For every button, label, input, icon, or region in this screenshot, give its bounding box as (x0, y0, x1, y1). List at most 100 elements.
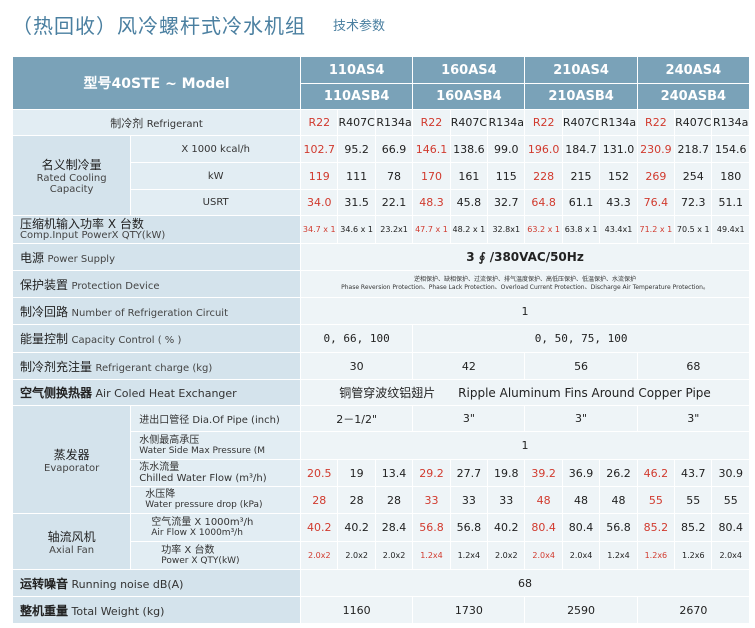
value-cell: 43.3 (599, 189, 638, 216)
value-cell: 56.8 (449, 513, 489, 542)
value-cell: 131.0 (599, 135, 638, 163)
model-bottom: 110ASB4 (300, 83, 414, 110)
value-cell: 2－1/2" (300, 405, 414, 432)
page-subtitle: 技术参数 (333, 19, 386, 34)
weight-label: 整机重量 Total Weight (kg) (11, 596, 302, 624)
model-bottom: 210ASB4 (524, 83, 638, 110)
weight-row: 整机重量 Total Weight (kg) 1160 1730 2590 26… (11, 596, 751, 624)
fan-label: 轴流风机 Axial Fan (11, 513, 132, 570)
comp-input-row: 压缩机输入功率 X 台数 Comp.Input PowerX QTY(kW) 3… (11, 215, 750, 244)
page-header: （热回收）风冷螺杆式冷水机组 技术参数 (0, 0, 755, 46)
comp-input-label-en: Comp.Input PowerX QTY(kW) (20, 229, 166, 241)
value-cell: 2590 (524, 596, 638, 624)
model-bottom: 160ASB4 (412, 83, 526, 110)
value-cell: 56.8 (412, 513, 451, 542)
value-cell: 36.9 (561, 459, 601, 487)
power-supply-label-en: Power Supply (47, 253, 116, 265)
power-supply-value: 3 ∮ /380VAC/50Hz (300, 243, 750, 271)
capacity-row: 名义制冷量 Rated Cooling Capacity X 1000 kcal… (11, 135, 750, 216)
value-cell: 48 (524, 486, 563, 514)
value-cell: 80.4 (711, 513, 750, 542)
value-cell: 71.2 x 1 (636, 215, 676, 244)
value-cell: 1.2x4 (599, 541, 638, 570)
value-cell: 46.2 (636, 459, 676, 487)
circuits-value: 1 (300, 297, 750, 325)
value-cell: 3" (412, 405, 526, 432)
spec-table: 型号40STE ~ Model 110AS4 160AS4 210AS4 240… (11, 56, 751, 624)
refrigerant-type: R22 (524, 109, 563, 136)
value-cell: 215 (561, 162, 601, 190)
value-cell: 80.4 (524, 513, 563, 542)
comp-input-label: 压缩机输入功率 X 台数 Comp.Input PowerX QTY(kW) (11, 215, 302, 244)
value-cell: 2.0x2 (337, 541, 376, 570)
pressure-label: 水侧最高承压 Water Side Max Pressure (M (130, 431, 302, 460)
refrigerant-row: 制冷剂 Refrigerant R22 R407C R134a R22 R407… (11, 109, 750, 136)
value-cell: 254 (674, 162, 713, 190)
refrigerant-label-cn: 制冷剂 (110, 116, 144, 130)
fan-label-en: Axial Fan (49, 544, 95, 556)
charge-row: 制冷剂充注量 Refrigerant charge (kg) 30 42 56 … (11, 352, 751, 380)
value-cell: 34.6 x 1 (337, 215, 376, 244)
capacity-label-en2: Capacity (49, 184, 94, 195)
value-cell: 45.8 (449, 189, 489, 216)
value-cell: 28.4 (374, 513, 414, 542)
capacity-unit: kW (130, 162, 302, 190)
value-cell: 30 (300, 352, 414, 380)
model-bottom: 240ASB4 (636, 83, 751, 110)
model-top: 110AS4 (300, 56, 414, 84)
value-cell: 3" (636, 405, 751, 432)
charge-label-en: Refrigerant charge (kg) (95, 362, 213, 374)
value-cell: 95.2 (337, 135, 376, 163)
model-top: 160AS4 (412, 56, 526, 84)
value-cell: 3" (524, 405, 638, 432)
capacity-control-label-en: Capacity Control ( % ) (71, 335, 182, 346)
refrigerant-type: R407C (449, 109, 489, 136)
evaporator-label-en: Evaporator (44, 462, 100, 474)
value-cell: 230.9 (636, 135, 676, 163)
value-cell: 2.0x4 (524, 541, 563, 570)
value-cell: 28 (374, 486, 414, 514)
value-cell: 138.6 (449, 135, 489, 163)
value-cell: 64.8 (524, 189, 563, 216)
capacity-control-value: 0, 50, 75, 100 (412, 324, 750, 353)
airflow-label-cn: 空气流量 X 1000m³/h (151, 516, 254, 528)
value-cell: 1.2x4 (449, 541, 489, 570)
comp-input-label-cn: 压缩机输入功率 X 台数 (20, 216, 144, 231)
noise-label: 运转噪音 Running noise dB(A) (11, 569, 302, 597)
value-cell: 43.7 (674, 459, 713, 487)
capacity-unit: X 1000 kcal/h (130, 135, 302, 163)
value-cell: 2.0x4 (561, 541, 601, 570)
protection-label: 保护装置 Protection Device (11, 270, 302, 298)
value-cell: 170 (412, 162, 451, 190)
heat-exchanger-value-cn: 铜管穿波纹铝翅片 (339, 386, 436, 400)
value-cell: 48.3 (412, 189, 451, 216)
heat-exchanger-label-cn: 空气侧换热器 (20, 386, 93, 400)
value-cell: 102.7 (300, 135, 339, 163)
circuits-row: 制冷回路 Number of Refrigeration Circuit 1 (11, 297, 750, 325)
capacity-label-cn: 名义制冷量 (41, 158, 102, 172)
fan-label-cn: 轴流风机 (47, 529, 96, 544)
weight-label-cn: 整机重量 (20, 603, 69, 618)
value-cell: 56.8 (599, 513, 638, 542)
value-cell: 49.4x1 (711, 215, 750, 244)
refrigerant-type: R134a (599, 109, 638, 136)
value-cell: 40.2 (300, 513, 339, 542)
value-cell: 180 (711, 162, 750, 190)
pressure-label-cn: 水侧最高承压 (139, 434, 200, 446)
refrigerant-type: R407C (561, 109, 601, 136)
refrigerant-type: R22 (412, 109, 451, 136)
refrigerant-type: R407C (337, 109, 376, 136)
value-cell: 1730 (412, 596, 526, 624)
value-cell: 76.4 (636, 189, 676, 216)
pipe-label: 进出口管径 Dia.Of Pipe (inch) (130, 405, 302, 432)
value-cell: 13.4 (374, 459, 414, 487)
refrigerant-type: R134a (711, 109, 750, 136)
value-cell: 63.8 x 1 (561, 215, 601, 244)
value-cell: 68 (636, 352, 751, 380)
value-cell: 61.1 (561, 189, 601, 216)
power-supply-label-cn: 电源 (20, 250, 45, 265)
heat-exchanger-value-en: Ripple Aluminum Fins Around Copper Pipe (458, 386, 711, 400)
value-cell: 33 (449, 486, 489, 514)
value-cell: 48 (561, 486, 601, 514)
power-supply-row: 电源 Power Supply 3 ∮ /380VAC/50Hz (11, 243, 750, 271)
